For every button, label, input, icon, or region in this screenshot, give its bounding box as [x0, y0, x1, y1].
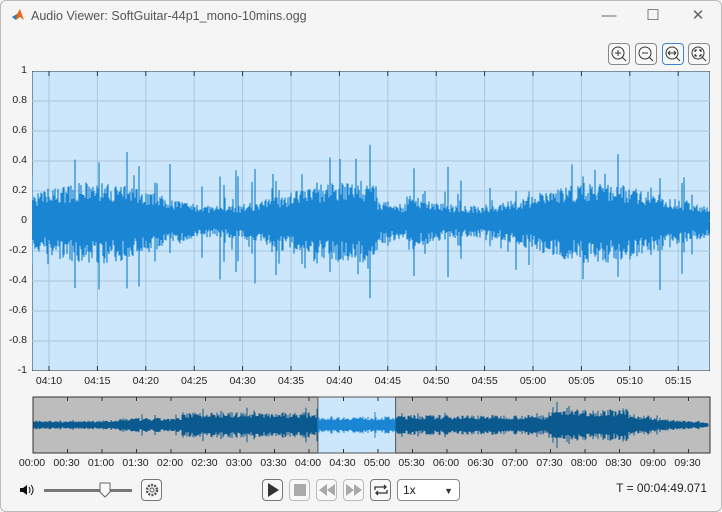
audio-viewer-window: Audio Viewer: SoftGuitar-44p1_mono-10min… [0, 0, 722, 512]
speaker-icon[interactable] [19, 483, 35, 497]
y-tick-label: 0.8 [12, 94, 27, 106]
x-tick-label: 05:10 [616, 375, 643, 387]
stop-button[interactable] [289, 479, 310, 501]
y-tick-label: -0.4 [8, 274, 27, 286]
play-button[interactable] [262, 479, 283, 501]
y-tick-label: -0.2 [8, 244, 27, 256]
chevron-down-icon: ▼ [444, 486, 453, 496]
x-tick-label: 04:40 [326, 375, 353, 387]
x-tick-label: 04:50 [423, 375, 450, 387]
x-tick-label: 04:25 [181, 375, 208, 387]
rewind-icon [318, 484, 335, 496]
rewind-button[interactable] [316, 479, 337, 501]
x-tick-label: 04:10 [35, 375, 63, 387]
loop-button[interactable] [370, 479, 391, 501]
maximize-button[interactable]: ☐ [633, 5, 673, 27]
time-readout: T = 00:04:49.071 [616, 481, 707, 495]
x-tick-label: 04:20 [132, 375, 159, 387]
volume-slider[interactable] [44, 489, 132, 492]
zoom-in-icon [611, 46, 627, 62]
zoom-out-icon [638, 46, 654, 62]
waveform-plot[interactable] [32, 71, 710, 371]
x-tick-label: 04:55 [471, 375, 498, 387]
fast-forward-icon [345, 484, 362, 496]
y-tick-label: -0.8 [8, 334, 27, 346]
loop-icon [373, 484, 388, 496]
minimize-button[interactable]: — [589, 5, 629, 27]
x-tick-label: 04:15 [84, 375, 111, 387]
stop-icon [293, 484, 306, 496]
y-tick-label: 0 [21, 214, 27, 226]
matlab-logo-icon [12, 9, 24, 20]
y-tick-label: 0.2 [12, 184, 27, 196]
fast-forward-button[interactable] [343, 479, 364, 501]
x-tick-label: 04:30 [229, 375, 256, 387]
restore-view-button[interactable] [688, 43, 710, 65]
y-tick-label: 1 [21, 64, 27, 76]
restore-view-icon [691, 46, 707, 62]
window-title: Audio Viewer: SoftGuitar-44p1_mono-10min… [31, 9, 307, 23]
x-tick-label: 04:35 [277, 375, 305, 387]
play-icon [267, 483, 279, 497]
playback-speed-value: 1x [403, 483, 416, 497]
y-tick-label: 0.6 [12, 124, 27, 136]
gear-icon [145, 483, 158, 497]
volume-slider-thumb[interactable] [99, 482, 111, 498]
zoom-in-button[interactable] [608, 43, 630, 65]
zoom-horizontal-icon [665, 46, 681, 62]
settings-button[interactable] [141, 479, 162, 501]
close-button[interactable]: ✕ [678, 5, 718, 27]
y-tick-label: -0.6 [8, 304, 27, 316]
x-tick-label: 05:15 [665, 375, 692, 387]
playback-speed-dropdown[interactable]: 1x ▼ [397, 479, 460, 501]
overview-plot[interactable] [32, 396, 711, 454]
x-tick-label: 05:05 [568, 375, 595, 387]
y-tick-label: -1 [17, 364, 27, 376]
x-tick-label: 05:00 [519, 375, 547, 387]
zoom-horizontal-button[interactable] [662, 43, 684, 65]
y-tick-label: 0.4 [12, 154, 27, 166]
x-tick-label: 04:45 [374, 375, 401, 387]
zoom-out-button[interactable] [635, 43, 657, 65]
overview-tick-label: 09:30 [674, 457, 701, 469]
